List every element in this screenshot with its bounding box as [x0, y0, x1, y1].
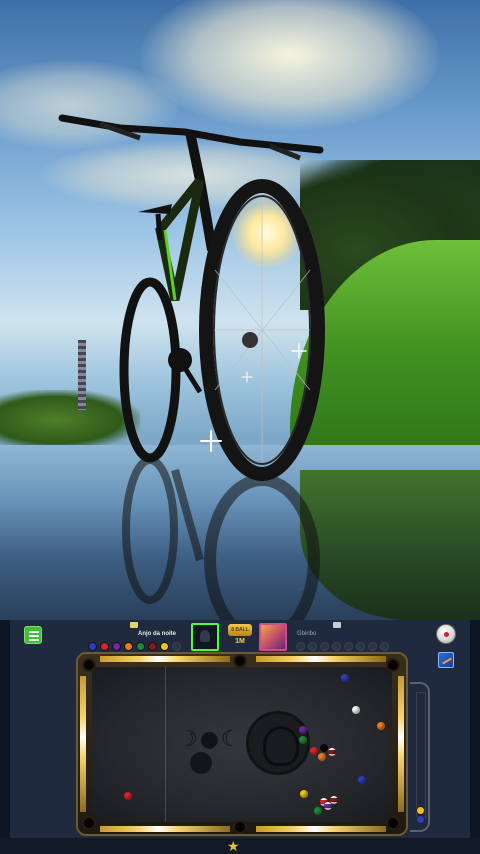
pool-ball [299, 736, 307, 744]
sparkle-effect [242, 372, 253, 383]
pool-ball [124, 792, 132, 800]
bicycle-illustration [58, 114, 325, 620]
pool-ball [377, 722, 385, 730]
pocket [386, 816, 400, 830]
pool-ball [324, 802, 332, 810]
rail-decoration [100, 656, 230, 662]
ball-slot [172, 642, 181, 651]
sparkle-effect [291, 343, 306, 358]
ball-indicator [136, 642, 145, 651]
stake-display: 8 BALL 1M [227, 624, 253, 650]
stake-amount: 1M [235, 638, 245, 645]
pool-ball [314, 807, 322, 815]
opponent-chat-icon[interactable] [333, 622, 341, 628]
pocket [386, 658, 400, 672]
cue-ball[interactable] [352, 706, 360, 714]
pool-ball [310, 747, 318, 755]
pool-ball [328, 748, 336, 756]
hamburger-menu-icon[interactable] [24, 626, 42, 644]
sparkle-effect [200, 430, 222, 452]
star-icon: ★ [227, 838, 240, 854]
rail-decoration [80, 676, 86, 812]
ball-indicator [100, 642, 109, 651]
pool-ball [341, 674, 349, 682]
pool-ball [358, 776, 366, 784]
game-right-edge [470, 620, 480, 838]
chat-icon[interactable] [130, 622, 138, 628]
ball-indicator [124, 642, 133, 651]
cue-ball-icon[interactable] [436, 624, 456, 644]
rail-decoration [100, 826, 230, 832]
ball-indicator [112, 642, 121, 651]
rail-decoration [398, 676, 404, 812]
opponent-avatar[interactable] [259, 623, 287, 651]
rail-decoration [256, 656, 386, 662]
ball-slot [344, 642, 353, 651]
eight-ball [320, 744, 328, 752]
ball-slot [320, 642, 329, 651]
player-avatar[interactable] [191, 623, 219, 651]
ball-indicator [160, 642, 169, 651]
pool-ball [318, 753, 326, 761]
moon-phases-decal: ☽●☾ [178, 727, 243, 752]
rail-decoration [256, 826, 386, 832]
player-name: Anjo da noite [138, 631, 176, 637]
ball-slot [332, 642, 341, 651]
pocket [82, 658, 96, 672]
game-left-edge [0, 620, 10, 838]
ball-slot [296, 642, 305, 651]
pocketed-ball [416, 806, 425, 815]
pocketed-balls-tube-inner [416, 692, 426, 822]
ball-indicator [88, 642, 97, 651]
ball-slot [308, 642, 317, 651]
ball-slot [368, 642, 377, 651]
pool-ball [300, 790, 308, 798]
wallpaper-scene [0, 0, 480, 620]
opponent-name: Gbiribo [297, 631, 317, 637]
pocket [82, 816, 96, 830]
stake-coin-icon: 8 BALL [228, 624, 252, 636]
pocket [233, 820, 247, 834]
ball-indicator [148, 642, 157, 651]
bottom-strip [0, 838, 480, 854]
pocketed-ball [416, 815, 425, 824]
pocket [233, 654, 247, 668]
ball-slot [356, 642, 365, 651]
pool-game-panel: Anjo da noite 8 BALL 1M Gbiribo ☽●☾ [10, 620, 470, 838]
felt-decal-dot [190, 752, 212, 774]
pool-ball [299, 726, 307, 734]
ball-slot [380, 642, 389, 651]
baulk-line [165, 667, 166, 822]
cue-settings-icon[interactable] [438, 652, 454, 668]
